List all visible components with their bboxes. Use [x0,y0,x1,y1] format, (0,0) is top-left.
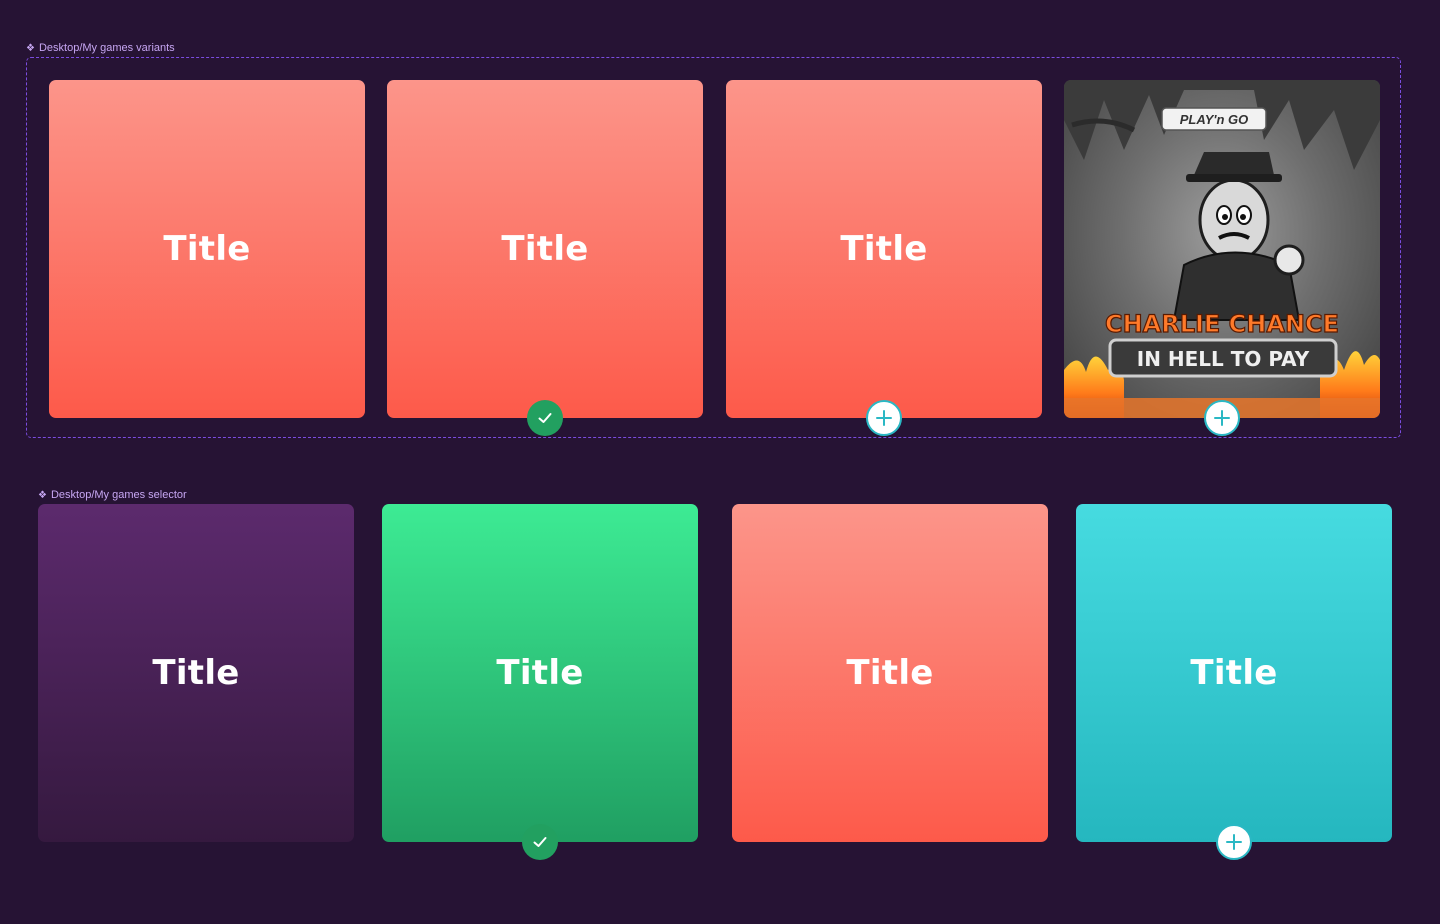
variants-frame-title: Desktop/My games variants [38,42,175,54]
selector-frame-title: Desktop/My games selector [50,489,187,501]
game-card-variant-4-image[interactable]: PLAY'n GO CHARLIE CHANCE IN HELL TO PAY [1064,80,1380,436]
game-card-variant-1[interactable]: Title [49,80,365,418]
game-card-title: Title [1190,653,1278,693]
add-game-button[interactable] [1216,824,1252,860]
component-diamond-icon: ❖ [26,42,35,54]
game-title-line2: IN HELL TO PAY [1137,347,1310,371]
variants-frame-label: ❖ Desktop/My games variants [26,42,175,54]
plus-icon [876,410,892,426]
selected-check-badge[interactable] [527,400,563,436]
selector-frame-label: ❖ Desktop/My games selector [38,489,187,501]
game-card-selector-2[interactable]: Title [382,504,698,860]
game-card-selector-3[interactable]: Title [732,504,1048,842]
game-card-title: Title [163,229,251,269]
add-game-button[interactable] [1204,400,1240,436]
check-icon [538,413,552,423]
game-card-title: Title [496,653,584,693]
game-card-selector-4[interactable]: Title [1076,504,1392,860]
plus-icon [1226,834,1242,850]
selected-check-badge[interactable] [522,824,558,860]
game-card-title: Title [846,653,934,693]
game-card-variant-2[interactable]: Title [387,80,703,436]
game-card-title: Title [840,229,928,269]
check-icon [533,837,547,847]
game-brand-logo: PLAY'n GO [1180,112,1249,127]
component-diamond-icon: ❖ [38,489,47,501]
game-card-title: Title [152,653,240,693]
game-card-variant-3[interactable]: Title [726,80,1042,436]
game-thumbnail-image: PLAY'n GO CHARLIE CHANCE IN HELL TO PAY [1064,80,1380,418]
game-card-selector-1[interactable]: Title [38,504,354,842]
game-card-title: Title [501,229,589,269]
plus-icon [1214,410,1230,426]
game-title-line1: CHARLIE CHANCE [1105,310,1339,338]
add-game-button[interactable] [866,400,902,436]
